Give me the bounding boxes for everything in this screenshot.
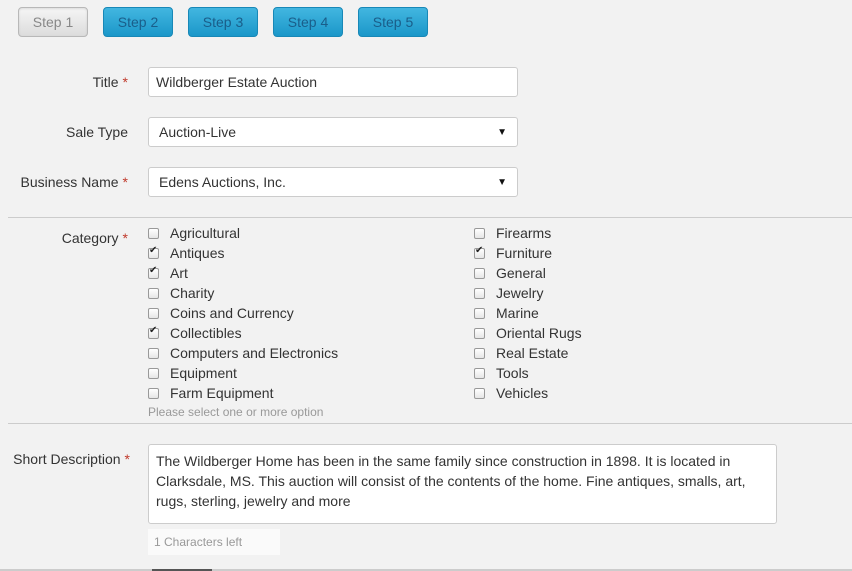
short-description-label: Short Description * bbox=[0, 451, 130, 467]
category-option-label: Jewelry bbox=[496, 285, 544, 301]
category-option-label: General bbox=[496, 265, 546, 281]
section-divider bbox=[8, 217, 852, 218]
business-name-value: Edens Auctions, Inc. bbox=[159, 174, 286, 190]
checkbox[interactable] bbox=[474, 387, 485, 399]
short-description-value: The Wildberger Home has been in the same… bbox=[156, 453, 746, 509]
business-name-select[interactable]: Edens Auctions, Inc. ▼ bbox=[148, 167, 518, 197]
category-option[interactable]: Farm Equipment bbox=[148, 383, 338, 403]
sale-type-label: Sale Type bbox=[0, 124, 128, 140]
category-option-label: Marine bbox=[496, 305, 539, 321]
sale-type-value: Auction-Live bbox=[159, 124, 237, 140]
step-2-button[interactable]: Step 2 bbox=[103, 7, 173, 37]
category-option-label: Tools bbox=[496, 365, 529, 381]
checkbox[interactable] bbox=[148, 287, 159, 299]
dropdown-arrow-icon: ▼ bbox=[497, 126, 507, 138]
category-hint: Please select one or more option bbox=[148, 405, 324, 419]
category-option-label: Agricultural bbox=[170, 225, 241, 241]
checkbox[interactable] bbox=[148, 307, 159, 319]
business-name-label: Business Name * bbox=[0, 174, 129, 190]
checkbox[interactable] bbox=[474, 287, 485, 299]
dropdown-arrow-icon: ▼ bbox=[497, 176, 507, 188]
category-option[interactable]: Furniture bbox=[474, 243, 582, 263]
section-divider bbox=[8, 423, 852, 424]
category-option-label: Furniture bbox=[496, 245, 553, 261]
category-option[interactable]: Jewelry bbox=[474, 283, 582, 303]
category-option[interactable]: General bbox=[474, 263, 582, 283]
category-option[interactable]: Real Estate bbox=[474, 343, 582, 363]
title-label: Title * bbox=[0, 74, 128, 90]
category-option-label: Vehicles bbox=[496, 385, 549, 401]
category-option[interactable]: Art bbox=[148, 263, 338, 283]
category-option-label: Art bbox=[170, 265, 188, 281]
category-label-text: Category bbox=[61, 230, 119, 246]
checkbox[interactable] bbox=[148, 367, 159, 379]
step-4-button[interactable]: Step 4 bbox=[273, 7, 343, 37]
category-option[interactable]: Firearms bbox=[474, 223, 582, 243]
category-option[interactable]: Antiques bbox=[148, 243, 338, 263]
category-label: Category * bbox=[0, 230, 128, 246]
category-option-label: Collectibles bbox=[170, 325, 242, 341]
checkbox[interactable] bbox=[474, 227, 485, 239]
category-column-left: Agricultural Antiques Art Charity Coins and … bbox=[148, 223, 338, 403]
title-label-text: Title bbox=[92, 74, 119, 90]
checkbox-checked[interactable] bbox=[148, 265, 159, 279]
required-asterisk: * bbox=[122, 230, 128, 246]
checkbox[interactable] bbox=[474, 267, 485, 279]
category-option-label: Oriental Rugs bbox=[496, 325, 582, 341]
category-option[interactable]: Equipment bbox=[148, 363, 338, 383]
category-option[interactable]: Collectibles bbox=[148, 323, 338, 343]
category-option-label: Computers and Electronics bbox=[170, 345, 339, 361]
sale-type-label-text: Sale Type bbox=[65, 124, 128, 140]
category-option[interactable]: Computers and Electronics bbox=[148, 343, 338, 363]
checkbox[interactable] bbox=[474, 307, 485, 319]
short-description-label-text: Short Description bbox=[13, 451, 121, 467]
category-option-label: Equipment bbox=[170, 365, 237, 381]
checkbox[interactable] bbox=[474, 367, 485, 379]
short-description-textarea[interactable]: The Wildberger Home has been in the same… bbox=[148, 444, 777, 524]
required-asterisk: * bbox=[124, 451, 130, 467]
category-option-label: Real Estate bbox=[496, 345, 569, 361]
checkbox[interactable] bbox=[474, 347, 485, 359]
category-option-label: Coins and Currency bbox=[170, 305, 294, 321]
step-1-button[interactable]: Step 1 bbox=[18, 7, 88, 37]
category-option[interactable]: Oriental Rugs bbox=[474, 323, 582, 343]
characters-left-counter: 1 Characters left bbox=[148, 529, 280, 555]
step-navigation: Step 1 Step 2 Step 3 Step 4 Step 5 bbox=[18, 7, 428, 37]
category-option-label: Antiques bbox=[170, 245, 225, 261]
category-option-label: Firearms bbox=[496, 225, 552, 241]
checkbox-checked[interactable] bbox=[148, 325, 159, 339]
checkbox-checked[interactable] bbox=[148, 245, 159, 259]
checkbox[interactable] bbox=[148, 347, 159, 359]
step-3-button[interactable]: Step 3 bbox=[188, 7, 258, 37]
required-asterisk: * bbox=[122, 74, 128, 90]
category-option[interactable]: Marine bbox=[474, 303, 582, 323]
step-5-button[interactable]: Step 5 bbox=[358, 7, 428, 37]
checkbox-checked[interactable] bbox=[474, 245, 485, 259]
category-option-label: Charity bbox=[170, 285, 215, 301]
sale-type-select[interactable]: Auction-Live ▼ bbox=[148, 117, 518, 147]
category-option[interactable]: Vehicles bbox=[474, 383, 582, 403]
category-option[interactable]: Tools bbox=[474, 363, 582, 383]
category-option[interactable]: Charity bbox=[148, 283, 338, 303]
checkbox[interactable] bbox=[474, 327, 485, 339]
title-input[interactable]: Wildberger Estate Auction bbox=[148, 67, 518, 97]
checkbox[interactable] bbox=[148, 387, 159, 399]
category-option-label: Farm Equipment bbox=[170, 385, 274, 401]
title-value: Wildberger Estate Auction bbox=[156, 74, 318, 90]
category-option[interactable]: Agricultural bbox=[148, 223, 338, 243]
required-asterisk: * bbox=[122, 174, 128, 190]
checkbox[interactable] bbox=[148, 227, 159, 239]
category-column-right: Firearms Furniture General Jewelry Marine Ori… bbox=[474, 223, 582, 403]
business-name-label-text: Business Name bbox=[20, 174, 119, 190]
category-option[interactable]: Coins and Currency bbox=[148, 303, 338, 323]
